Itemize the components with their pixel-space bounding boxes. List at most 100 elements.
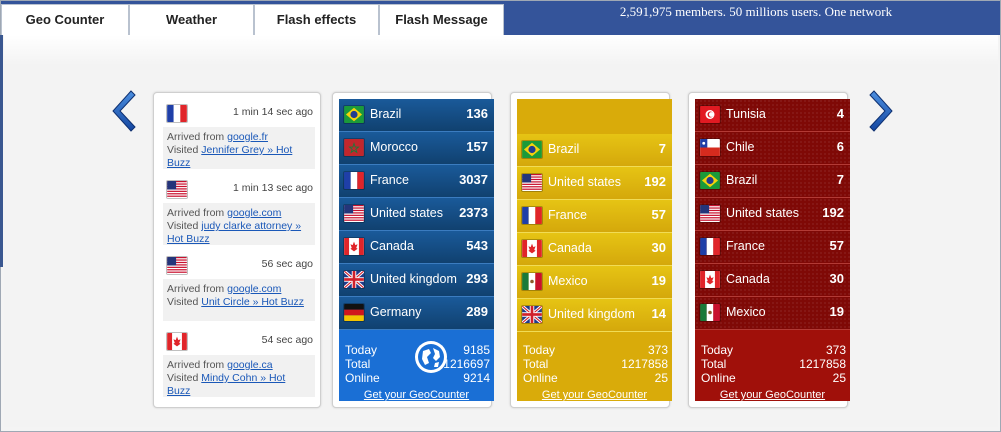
tab-geo-counter[interactable]: Geo Counter bbox=[1, 4, 129, 35]
tunisia-flag-icon bbox=[699, 105, 721, 124]
united-kingdom-flag-icon bbox=[521, 305, 543, 324]
arrived-label: Arrived from bbox=[167, 131, 225, 143]
stat-label: Online bbox=[523, 371, 558, 385]
mexico-flag-icon bbox=[699, 303, 721, 322]
country-name: France bbox=[726, 239, 765, 253]
stat-value: 1217858 bbox=[799, 357, 846, 371]
country-count: 192 bbox=[822, 205, 844, 220]
country-row: France 3037 bbox=[339, 165, 494, 198]
stat-value: 1217858 bbox=[621, 357, 668, 371]
canada-flag-icon bbox=[521, 239, 543, 258]
country-count: 192 bbox=[644, 174, 666, 189]
country-count: 293 bbox=[466, 271, 488, 286]
country-row: United kingdom 14 bbox=[517, 299, 672, 332]
visited-page-link[interactable]: Unit Circle » Hot Buzz bbox=[201, 296, 304, 308]
tab-weather[interactable]: Weather bbox=[129, 4, 254, 35]
panel-body: Brazil 7 United states 192 France 57 Can… bbox=[517, 99, 672, 401]
get-geocounter-link[interactable]: Get your GeoCounter bbox=[339, 389, 494, 401]
country-count: 2373 bbox=[459, 205, 488, 220]
country-count: 4 bbox=[836, 106, 844, 121]
visitor-item-header: 1 min 14 sec ago bbox=[163, 101, 315, 127]
content-gloss bbox=[4, 35, 998, 65]
canada-flag-icon bbox=[699, 270, 721, 289]
country-name: Canada bbox=[726, 272, 770, 286]
stat-line: Today 373 bbox=[701, 343, 846, 357]
stat-value: 25 bbox=[654, 371, 668, 385]
prev-arrow-button[interactable] bbox=[107, 88, 137, 134]
visitor-item-body: Arrived from google.com Visited judy cla… bbox=[163, 203, 315, 250]
country-count: 57 bbox=[651, 207, 666, 222]
stat-value: 373 bbox=[825, 343, 846, 357]
france-flag-icon bbox=[521, 206, 543, 225]
canada-flag-icon bbox=[166, 332, 188, 351]
stat-label: Online bbox=[345, 371, 380, 385]
country-count: 136 bbox=[466, 106, 488, 121]
stat-line: Total 1217858 bbox=[701, 357, 846, 371]
country-name: Brazil bbox=[726, 173, 758, 187]
country-row: Canada 30 bbox=[517, 233, 672, 266]
country-count: 19 bbox=[829, 304, 844, 319]
referrer-link[interactable]: google.fr bbox=[227, 131, 268, 143]
country-row: Chile 6 bbox=[695, 132, 850, 165]
visitor-item-body: Arrived from google.fr Visited Jennifer … bbox=[163, 127, 315, 174]
stat-label: Today bbox=[523, 343, 556, 357]
germany-flag-icon bbox=[343, 303, 365, 322]
country-row: United states 192 bbox=[695, 198, 850, 231]
get-geocounter-link[interactable]: Get your GeoCounter bbox=[517, 389, 672, 401]
stat-value: 9214 bbox=[463, 371, 490, 385]
arrived-label: Arrived from bbox=[167, 283, 225, 295]
country-count: 7 bbox=[836, 172, 844, 187]
stat-value: 25 bbox=[832, 371, 846, 385]
country-count: 543 bbox=[466, 238, 488, 253]
stat-label: Total bbox=[345, 357, 371, 371]
row-divider bbox=[339, 329, 494, 330]
country-row: Canada 30 bbox=[695, 264, 850, 297]
brazil-flag-icon bbox=[521, 140, 543, 159]
stat-label: Today bbox=[345, 343, 378, 357]
top-bar: Geo Counter Weather Flash effects Flash … bbox=[1, 1, 1000, 35]
chile-flag-icon bbox=[699, 138, 721, 157]
chevron-left-icon bbox=[112, 90, 136, 132]
morocco-flag-icon bbox=[343, 138, 365, 157]
country-row: France 57 bbox=[695, 231, 850, 264]
tab-flash-message[interactable]: Flash Message bbox=[379, 4, 504, 35]
visit-time: 56 sec ago bbox=[261, 258, 313, 270]
visit-time: 1 min 14 sec ago bbox=[233, 106, 313, 118]
country-name: United states bbox=[548, 175, 621, 189]
country-name: United states bbox=[370, 206, 443, 220]
country-row: Canada 543 bbox=[339, 231, 494, 264]
panel-body: Tunisia 4 Chile 6 Brazil 7 United states… bbox=[695, 99, 850, 401]
visitor-item-header: 1 min 13 sec ago bbox=[163, 177, 315, 203]
stat-value: 1216697 bbox=[443, 357, 490, 371]
geo-counter-yellow-card: Brazil 7 United states 192 France 57 Can… bbox=[510, 92, 672, 408]
country-count: 19 bbox=[651, 273, 666, 288]
country-name: Morocco bbox=[370, 140, 418, 154]
country-count: 3037 bbox=[459, 172, 488, 187]
visited-label: Visited bbox=[167, 372, 199, 384]
referrer-link[interactable]: google.com bbox=[227, 283, 281, 295]
united-states-flag-icon bbox=[343, 204, 365, 223]
stat-line: Online 25 bbox=[523, 371, 668, 385]
stat-value: 9185 bbox=[463, 343, 490, 357]
country-row: France 57 bbox=[517, 200, 672, 233]
united-states-flag-icon bbox=[521, 173, 543, 192]
country-count: 30 bbox=[651, 240, 666, 255]
stat-label: Online bbox=[701, 371, 736, 385]
network-tagline: 2,591,975 members. 50 millions users. On… bbox=[619, 4, 893, 19]
referrer-link[interactable]: google.com bbox=[227, 207, 281, 219]
visit-time: 1 min 13 sec ago bbox=[233, 182, 313, 194]
country-count: 30 bbox=[829, 271, 844, 286]
get-geocounter-link[interactable]: Get your GeoCounter bbox=[695, 389, 850, 401]
stat-line: Online 25 bbox=[701, 371, 846, 385]
country-name: Canada bbox=[548, 241, 592, 255]
country-count: 157 bbox=[466, 139, 488, 154]
visitor-item-body: Arrived from google.com Visited Unit Cir… bbox=[163, 279, 315, 313]
canada-flag-icon bbox=[343, 237, 365, 256]
united-states-flag-icon bbox=[699, 204, 721, 223]
tab-flash-effects[interactable]: Flash effects bbox=[254, 4, 379, 35]
next-arrow-button[interactable] bbox=[868, 88, 898, 134]
referrer-link[interactable]: google.ca bbox=[227, 359, 273, 371]
country-row: Germany 289 bbox=[339, 297, 494, 330]
country-count: 6 bbox=[836, 139, 844, 154]
visitor-item: 54 sec ago Arrived from google.ca Visite… bbox=[163, 329, 315, 397]
